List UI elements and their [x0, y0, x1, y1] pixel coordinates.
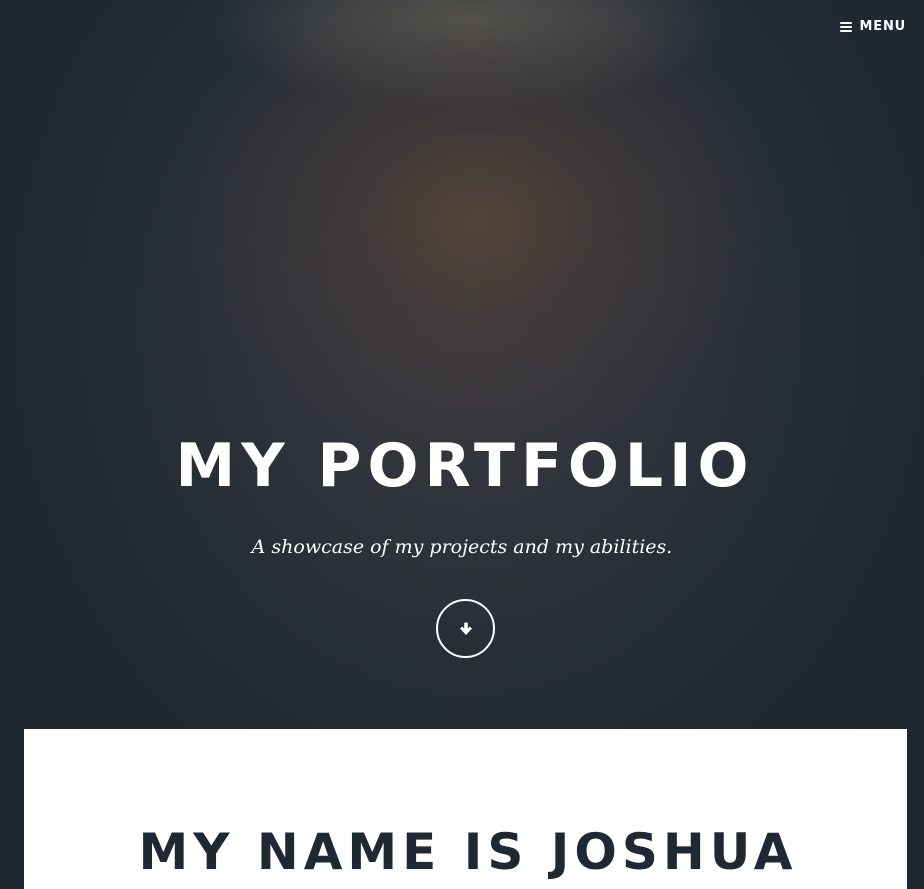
- menu-button[interactable]: MENU: [839, 19, 906, 34]
- menu-label: MENU: [859, 19, 906, 34]
- site-tagline: A showcase of my projects and my abiliti…: [251, 536, 673, 558]
- about-heading: MY NAME IS JOSHUA: [138, 823, 798, 881]
- bars-icon: [839, 21, 852, 32]
- site-title: MY PORTFOLIO: [175, 431, 755, 501]
- hero-section: MENU MY PORTFOLIO A showcase of my proje…: [0, 0, 924, 889]
- scroll-down-button[interactable]: [436, 599, 495, 658]
- arrow-down-icon: [459, 622, 472, 635]
- about-card: MY NAME IS JOSHUA: [24, 729, 907, 889]
